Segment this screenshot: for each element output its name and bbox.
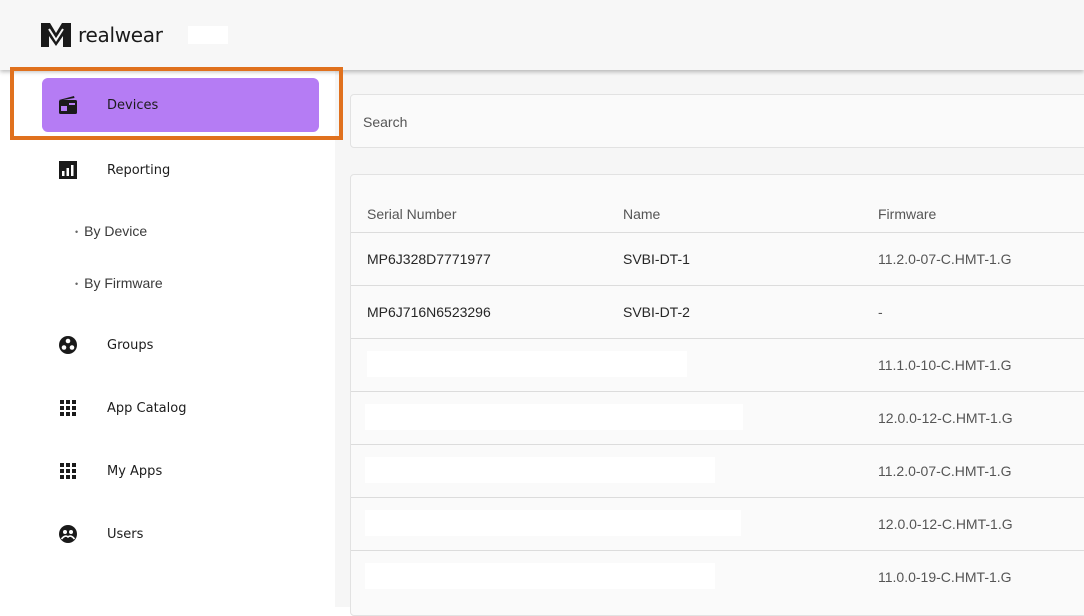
sidebar-item-label: Groups (107, 337, 154, 353)
serial-number-cell: MP6J328D7771977 (367, 251, 491, 267)
table-row[interactable]: 12.0.0-12-C.HMT-1.G (351, 391, 1084, 445)
bullet-icon: • (75, 227, 79, 238)
redacted-area (188, 26, 228, 44)
table-row[interactable]: 11.2.0-07-C.HMT-1.G (351, 444, 1084, 498)
grid-icon (56, 459, 80, 483)
table-row[interactable]: 12.0.0-12-C.HMT-1.G (351, 497, 1084, 551)
grid-icon (56, 396, 80, 420)
sidebar-item-label: Devices (107, 97, 159, 113)
subitem-label: By Device (84, 223, 148, 239)
devices-table: Serial Number Name Firmware MP6J328D7771… (350, 174, 1084, 616)
sidebar-item-label: App Catalog (107, 400, 187, 416)
sidebar-item-label: Reporting (107, 162, 171, 178)
sidebar-subitem-by-firmware[interactable]: • By Firmware (75, 275, 163, 291)
subitem-label: By Firmware (84, 275, 163, 291)
main-content: Serial Number Name Firmware MP6J328D7771… (335, 70, 1084, 616)
column-header-name[interactable]: Name (623, 206, 660, 222)
redacted-cells (365, 563, 715, 589)
serial-number-cell: MP6J716N6523296 (367, 304, 491, 320)
search-box[interactable] (350, 94, 1084, 148)
radio-device-icon (56, 93, 80, 117)
firmware-cell: 11.1.0-10-C.HMT-1.G (878, 357, 1012, 373)
table-row[interactable]: 11.0.0-19-C.HMT-1.G (351, 550, 1084, 604)
sidebar-item-devices[interactable]: Devices (42, 78, 319, 132)
firmware-cell: 11.0.0-19-C.HMT-1.G (878, 569, 1012, 585)
top-bar: realwear (0, 0, 1084, 70)
sidebar-item-my-apps[interactable]: My Apps (42, 444, 319, 498)
brand-name: realwear (78, 23, 163, 47)
sidebar-item-label: My Apps (107, 463, 163, 479)
table-row[interactable]: MP6J328D7771977 SVBI-DT-1 11.2.0-07-C.HM… (351, 232, 1084, 286)
column-header-firmware[interactable]: Firmware (878, 206, 936, 222)
firmware-cell: - (878, 304, 883, 320)
bar-chart-icon (56, 158, 80, 182)
bullet-icon: • (75, 279, 79, 290)
realwear-logo[interactable]: realwear (40, 22, 163, 48)
firmware-cell: 11.2.0-07-C.HMT-1.G (878, 463, 1012, 479)
sidebar: Devices Reporting • By Device • By Firmwar… (0, 70, 336, 607)
sidebar-item-users[interactable]: Users (42, 507, 319, 561)
users-icon (56, 522, 80, 546)
groups-icon (56, 333, 80, 357)
table-row[interactable]: MP6J716N6523296 SVBI-DT-2 - (351, 285, 1084, 339)
sidebar-item-groups[interactable]: Groups (42, 318, 319, 372)
search-input[interactable] (361, 113, 965, 131)
redacted-cells (365, 510, 741, 536)
sidebar-subitem-by-device[interactable]: • By Device (75, 223, 147, 239)
sidebar-item-label: Users (107, 526, 144, 542)
firmware-cell: 11.2.0-07-C.HMT-1.G (878, 251, 1012, 267)
table-row[interactable]: 11.1.0-10-C.HMT-1.G (351, 338, 1084, 392)
firmware-cell: 12.0.0-12-C.HMT-1.G (878, 410, 1013, 426)
redacted-cells (365, 404, 743, 430)
column-header-serial-number[interactable]: Serial Number (367, 206, 456, 222)
sidebar-item-app-catalog[interactable]: App Catalog (42, 381, 319, 435)
redacted-cells (367, 351, 687, 377)
redacted-cells (365, 457, 715, 483)
realwear-logo-icon (41, 23, 71, 47)
name-cell: SVBI-DT-2 (623, 304, 690, 320)
name-cell: SVBI-DT-1 (623, 251, 690, 267)
firmware-cell: 12.0.0-12-C.HMT-1.G (878, 516, 1013, 532)
sidebar-item-reporting[interactable]: Reporting (42, 143, 319, 197)
